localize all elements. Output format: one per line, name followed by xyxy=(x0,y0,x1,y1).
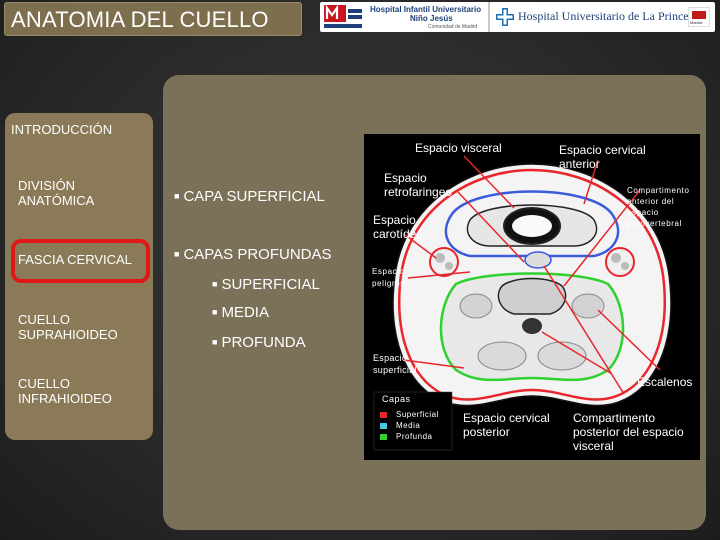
trachea-lumen xyxy=(512,215,552,237)
bullet-square-icon: ■ xyxy=(212,337,218,347)
la-princesa-logo-icon xyxy=(496,8,514,26)
label-espacio-superficial: Espacio superficial xyxy=(373,353,417,375)
slide: ANATOMIA DEL CUELLO Hospital Infantil Un… xyxy=(0,0,720,540)
bullet-superficial: ■ SUPERFICIAL xyxy=(212,276,320,293)
bullet-profunda: ■ PROFUNDA xyxy=(212,334,306,351)
label-espacio-carotideo: Espacio carotídeo xyxy=(373,213,424,241)
nav-item-division-anatomica[interactable]: DIVISIÓN ANATÓMICA xyxy=(18,178,128,208)
label-espacio-peligroso: Espacio peligroso xyxy=(372,267,410,288)
esophagus xyxy=(524,251,552,269)
bullet-capa-superficial: ■ CAPA SUPERFICIAL xyxy=(174,188,325,205)
label-espacio-visceral: Espacio visceral xyxy=(415,141,502,155)
nav-item-label: CUELLO INFRAHIOIDEO xyxy=(18,376,112,406)
nav-item-label: CUELLO SUPRAHIOIDEO xyxy=(18,312,118,342)
logo-separator xyxy=(488,2,490,32)
bullet-square-icon: ■ xyxy=(174,191,180,201)
scalene-right xyxy=(571,293,605,319)
paraspinal-right xyxy=(537,341,587,371)
hospital-logos: Hospital Infantil Universitario Niño Jes… xyxy=(320,2,715,32)
title-banner: ANATOMIA DEL CUELLO xyxy=(4,2,302,36)
logo1-subtitle: Comunidad de Madrid xyxy=(428,24,478,30)
label-compartimento-posterior: Compartimento posterior del espacio visc… xyxy=(573,411,684,453)
la-princesa-logo-text: Hospital Universitario de La Princesa xyxy=(518,9,699,23)
carotid-left xyxy=(429,247,459,277)
bullet-square-icon: ■ xyxy=(212,279,218,289)
label-espacio-cervical-posterior: Espacio cervical posterior xyxy=(463,411,550,439)
label-espacio-retrofaringeo: Espacio retrofaringeo xyxy=(384,171,453,199)
salud-madrid-logo-icon xyxy=(324,5,362,28)
bullet-square-icon: ■ xyxy=(212,307,218,317)
legend-swatch xyxy=(380,423,387,429)
legend-swatch xyxy=(380,434,387,440)
legend-title: Capas xyxy=(382,394,411,404)
scalene-left xyxy=(459,293,493,319)
nav-item-label: DIVISIÓN ANATÓMICA xyxy=(18,178,95,208)
nav-item-cuello-infrahioideo[interactable]: CUELLO INFRAHIOIDEO xyxy=(18,376,128,406)
page-title: ANATOMIA DEL CUELLO xyxy=(11,7,269,32)
logo1-text: Hospital Infantil Universitario Niño Jes… xyxy=(370,5,482,23)
carotid-right xyxy=(605,247,635,277)
paraspinal-left xyxy=(477,341,527,371)
spinal-canal xyxy=(522,318,542,334)
madrid-badge: Madrid xyxy=(688,7,710,27)
label-escalenos: Escalenos xyxy=(637,375,693,389)
bullet-square-icon: ■ xyxy=(174,249,180,259)
label-espacio-cervical-anterior: Espacio cervical anterior xyxy=(559,143,646,171)
bullet-media: ■ MEDIA xyxy=(212,304,269,321)
nav-item-cuello-suprahioideo[interactable]: CUELLO SUPRAHIOIDEO xyxy=(18,312,128,342)
nav-item-fascia-cervical[interactable]: FASCIA CERVICAL xyxy=(18,252,132,267)
nav-item-introduccion[interactable]: INTRODUCCIÓN xyxy=(11,122,112,137)
legend-swatch xyxy=(380,412,387,418)
bullet-capas-profundas: ■ CAPAS PROFUNDAS xyxy=(174,246,332,263)
label-compartimento-anterior: Compartimento anterior del espacio perov… xyxy=(627,186,690,228)
